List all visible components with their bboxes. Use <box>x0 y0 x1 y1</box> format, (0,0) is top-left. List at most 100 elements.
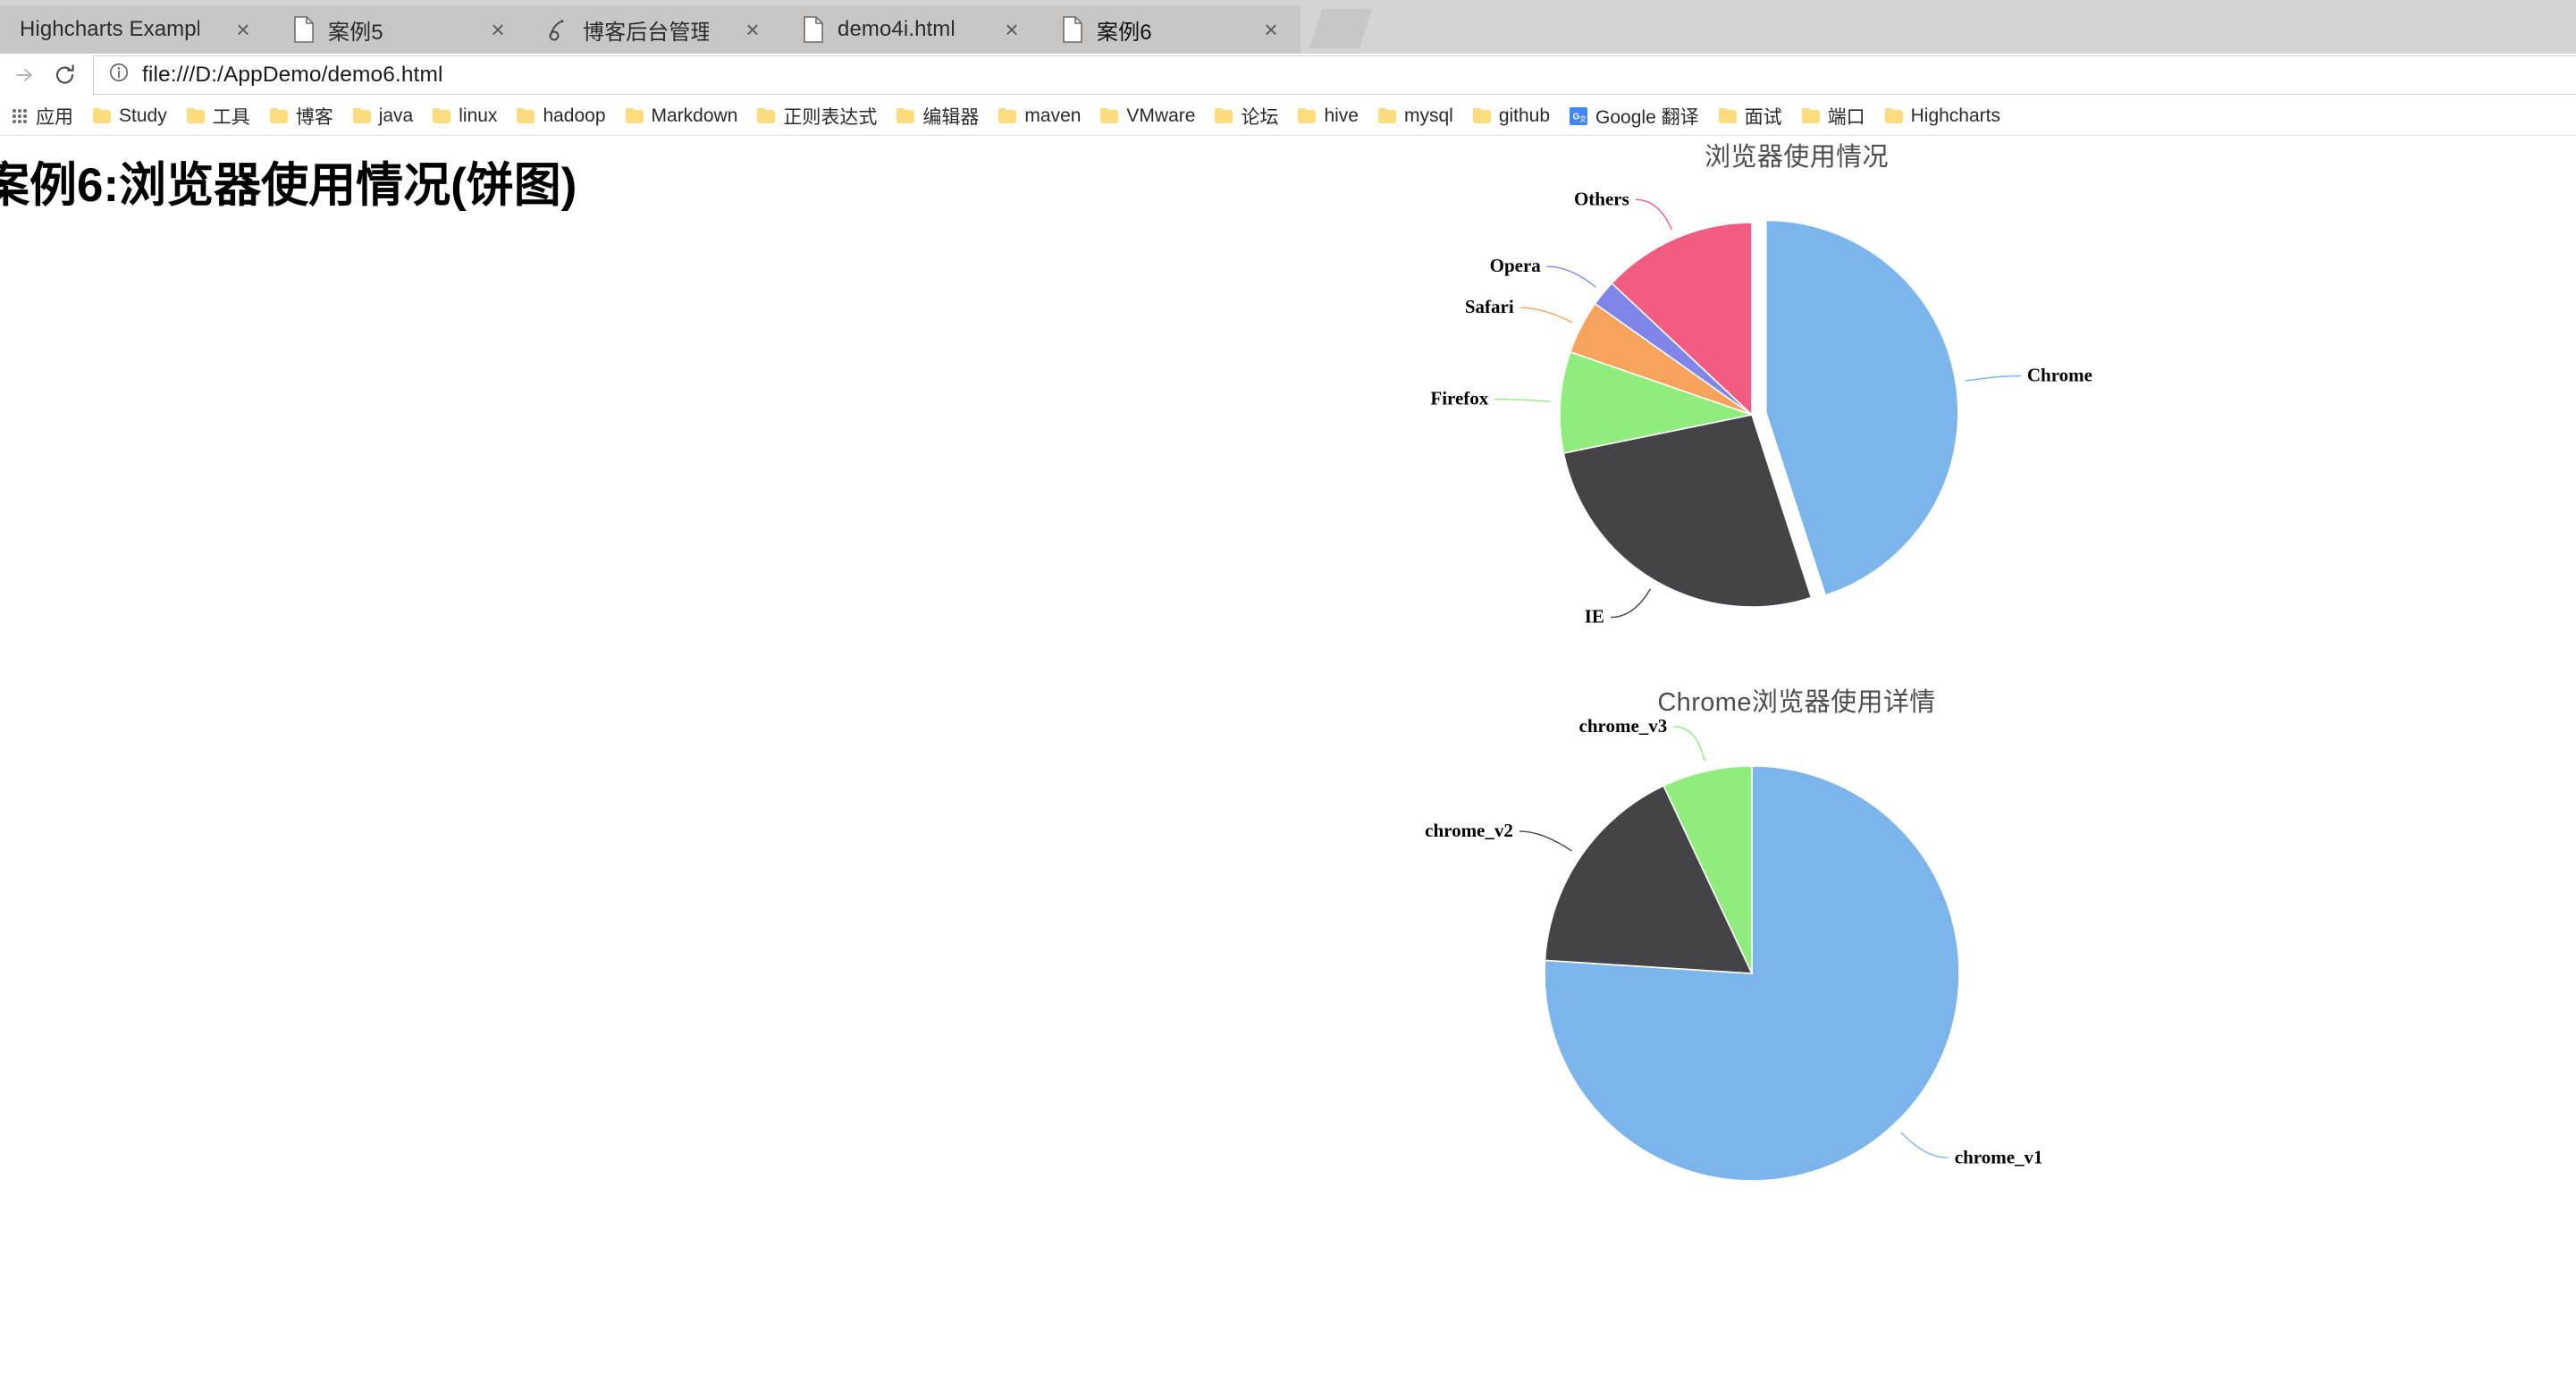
bookmark-label: java <box>378 105 414 126</box>
document-icon <box>1061 16 1084 43</box>
address-bar[interactable]: file:///D:/AppDemo/demo6.html <box>93 55 2576 95</box>
bookmark-maven[interactable]: maven <box>989 99 1090 133</box>
bookmark-label: Highcharts <box>1910 105 2000 126</box>
pie-slice-chrome[interactable] <box>1765 219 1959 596</box>
folder-icon <box>93 108 111 123</box>
info-circle-icon[interactable] <box>108 62 130 89</box>
bookmark-linux[interactable]: linux <box>423 99 507 133</box>
chart-title: 浏览器使用情况 <box>1705 143 1889 172</box>
pie-label-connector <box>1635 198 1672 231</box>
pie-slice-label: chrome_v2 <box>1425 820 1513 841</box>
tab-title: 案例6 <box>1097 20 1152 45</box>
tab-strip: Highcharts Example × 案例5 × 博客后台管理 - 博客园 … <box>0 0 2576 54</box>
browser-tab-0[interactable]: Highcharts Example × <box>0 5 273 54</box>
svg-text:文: 文 <box>1579 114 1587 123</box>
folder-icon <box>1718 108 1737 123</box>
folder-icon <box>757 108 776 123</box>
bookmark-label: 正则表达式 <box>783 106 878 128</box>
bookmark-forum[interactable]: 论坛 <box>1205 99 1288 133</box>
bookmark-label: mysql <box>1403 105 1453 126</box>
tab-title: 博客后台管理 - 博客园 <box>583 20 709 45</box>
folder-icon <box>1801 108 1820 123</box>
bookmark-editor[interactable]: 编辑器 <box>887 99 989 133</box>
folder-icon <box>625 108 644 123</box>
pie-slice-label: Safari <box>1465 296 1514 317</box>
browser-tab-1[interactable]: 案例5 × <box>273 5 527 54</box>
page-content: 案例6:浏览器使用情况(饼图) 浏览器使用情况 Chrome IE Firefox S… <box>0 136 2576 1397</box>
pie-slice-label: Opera <box>1490 255 1542 276</box>
tab-title: demo4i.html <box>838 17 955 41</box>
pie-label-connector <box>1519 830 1572 852</box>
pie-label-connector <box>1494 399 1551 402</box>
bookmark-regex[interactable]: 正则表达式 <box>747 99 887 133</box>
bookmark-label: Google 翻译 <box>1595 106 1699 128</box>
browser-tab-3[interactable]: demo4i.html × <box>782 5 1041 54</box>
folder-icon <box>433 108 451 123</box>
folder-icon <box>1215 108 1233 123</box>
pie-label-connector <box>1610 588 1651 619</box>
bookmark-label: 面试 <box>1744 106 1782 128</box>
browser-tab-4[interactable]: 案例6 × <box>1041 5 1301 54</box>
pie-slice-label: Chrome <box>2027 365 2092 386</box>
browser-toolbar: file:///D:/AppDemo/demo6.html <box>0 54 2576 97</box>
close-icon[interactable]: × <box>739 16 766 43</box>
apps-icon <box>12 108 28 124</box>
bookmark-mysql[interactable]: mysql <box>1368 99 1463 133</box>
browser-tab-2[interactable]: 博客后台管理 - 博客园 × <box>527 5 782 54</box>
folder-icon <box>1298 108 1317 123</box>
forward-button[interactable] <box>4 55 45 96</box>
reload-button[interactable] <box>45 55 86 96</box>
address-bar-url[interactable]: file:///D:/AppDemo/demo6.html <box>142 63 443 88</box>
tab-title: 案例5 <box>328 20 383 45</box>
bookmark-github[interactable]: github <box>1463 99 1560 133</box>
bookmark-google-translate[interactable]: G文 Google 翻译 <box>1560 99 1709 133</box>
bookmark-port[interactable]: 端口 <box>1792 99 1875 133</box>
bookmark-markdown[interactable]: Markdown <box>616 99 748 133</box>
folder-icon <box>1377 108 1396 123</box>
bookmark-hadoop[interactable]: hadoop <box>507 99 615 133</box>
bookmark-blog[interactable]: 博客 <box>260 99 343 133</box>
bookmark-tools[interactable]: 工具 <box>177 99 260 133</box>
bookmark-apps[interactable]: 应用 <box>2 99 83 133</box>
bookmark-label: Markdown <box>651 105 738 126</box>
bookmark-label: 论坛 <box>1241 106 1279 128</box>
chart-chrome-detail: Chrome浏览器使用详情 chrome_v1 chrome_v2 chrome_v… <box>1368 681 2226 1237</box>
pie-label-connector <box>1900 1132 1949 1158</box>
document-icon <box>292 16 316 43</box>
document-icon <box>802 16 825 43</box>
bookmark-label: 编辑器 <box>922 106 980 128</box>
bookmark-label: VMware <box>1126 105 1196 126</box>
close-icon[interactable]: × <box>484 16 511 43</box>
close-icon[interactable]: × <box>230 16 257 43</box>
bookmark-vmware[interactable]: VMware <box>1090 99 1205 133</box>
close-icon[interactable]: × <box>1258 16 1284 43</box>
bookmark-label: 博客 <box>295 106 333 128</box>
bookmark-label: Study <box>119 105 167 126</box>
bookmark-study[interactable]: Study <box>83 99 177 133</box>
pie-label-connector <box>1673 726 1705 762</box>
folder-icon <box>998 108 1017 123</box>
bookmark-interview[interactable]: 面试 <box>1709 99 1792 133</box>
folder-icon <box>517 108 535 123</box>
pie-chart-browser-usage[interactable]: Chrome IE Firefox Safari Opera Others <box>1368 173 2226 674</box>
pie-slice-label: IE <box>1585 606 1604 627</box>
bookmark-hive[interactable]: hive <box>1288 99 1368 133</box>
bookmarks-bar: 应用 Study 工具 博客 java linux hadoop Markdow… <box>0 97 2576 136</box>
bookmark-highcharts[interactable]: Highcharts <box>1875 99 2010 133</box>
pie-label-connector <box>1546 265 1596 288</box>
close-icon[interactable]: × <box>998 16 1025 43</box>
bookmark-java[interactable]: java <box>343 99 424 133</box>
bookmark-label: 应用 <box>36 106 73 128</box>
pie-label-connector <box>1965 375 2021 382</box>
new-tab-button[interactable] <box>1309 9 1372 48</box>
cnblogs-icon <box>547 16 570 43</box>
chart-title: Chrome浏览器使用详情 <box>1657 688 1936 717</box>
folder-icon <box>1884 108 1903 123</box>
folder-icon <box>1100 108 1119 123</box>
folder-icon <box>897 108 915 123</box>
pie-slice-label: Others <box>1574 188 1629 209</box>
folder-icon <box>1472 108 1491 123</box>
bookmark-label: 端口 <box>1827 106 1865 128</box>
pie-chart-chrome-detail[interactable]: chrome_v1 chrome_v2 chrome_v3 <box>1368 719 2226 1237</box>
bookmark-label: hadoop <box>543 105 606 126</box>
